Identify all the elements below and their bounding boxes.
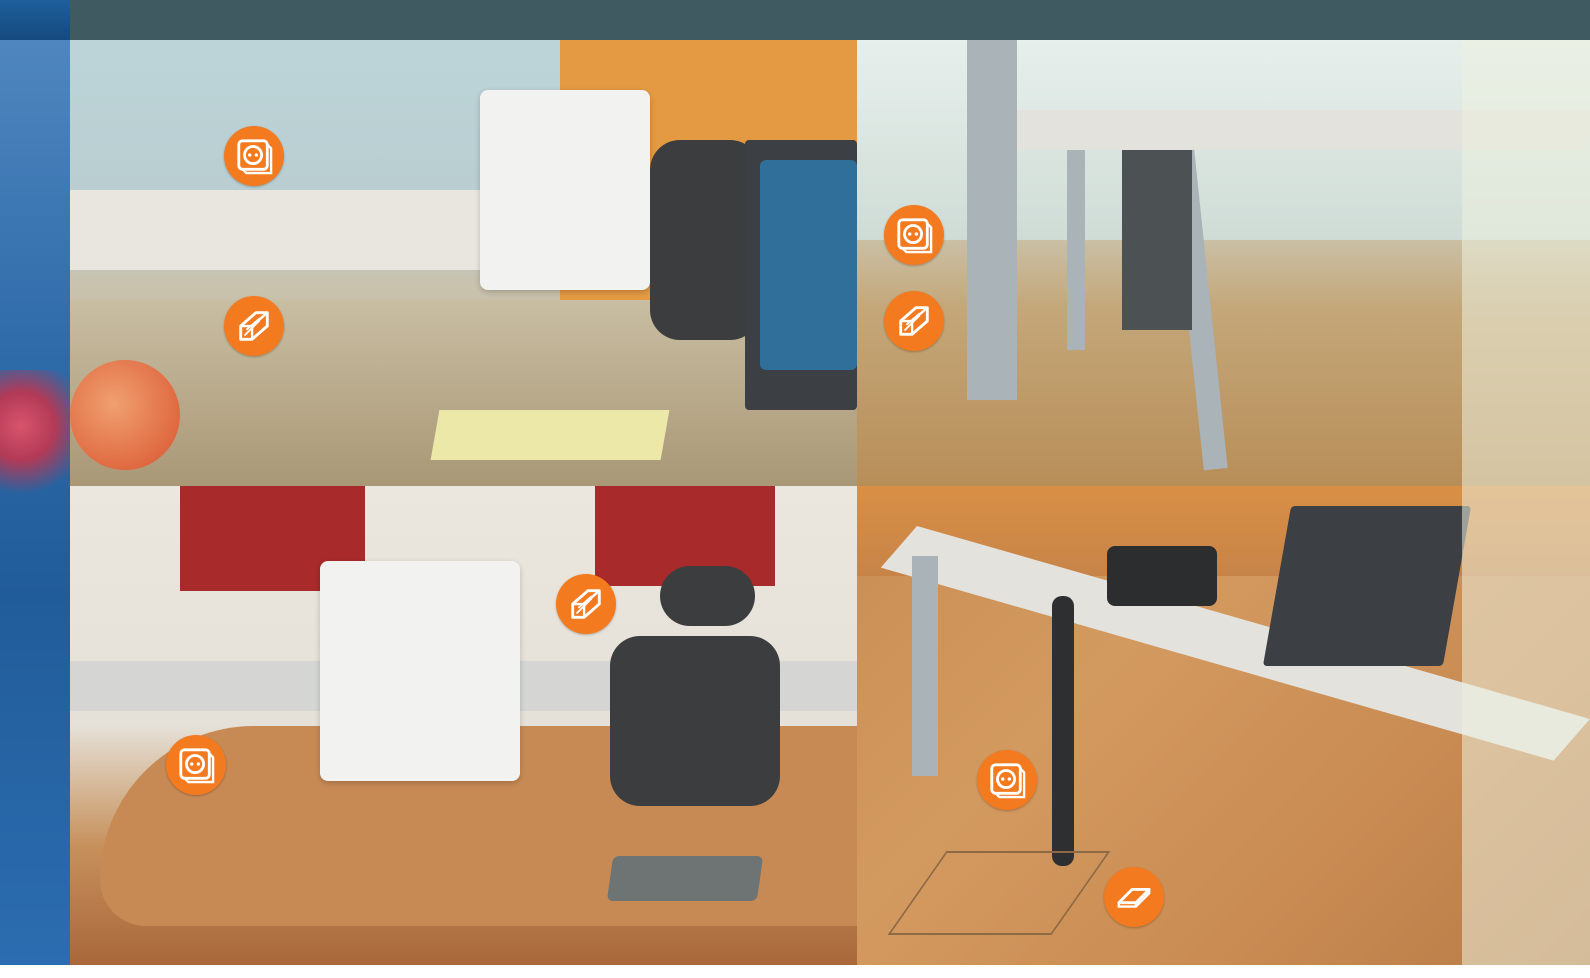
floor-box-lid bbox=[887, 851, 1111, 935]
header-bar bbox=[0, 0, 1590, 40]
header-accent bbox=[0, 0, 70, 40]
cable-duct-icon bbox=[224, 296, 284, 356]
power-socket-icon bbox=[884, 205, 944, 265]
bottom-band bbox=[0, 965, 1590, 978]
monitor bbox=[480, 90, 650, 290]
pc-tower bbox=[1122, 150, 1192, 330]
floor-duct-icon bbox=[1104, 867, 1164, 927]
table-leg bbox=[912, 556, 938, 776]
sticky-notes bbox=[430, 410, 670, 460]
cable-duct-icon bbox=[556, 574, 616, 634]
power-socket-icon bbox=[166, 735, 226, 795]
cable-duct-icon bbox=[884, 291, 944, 351]
power-socket-icon bbox=[224, 126, 284, 186]
laptop bbox=[1262, 506, 1472, 666]
office-chair bbox=[650, 140, 760, 340]
power-socket-icon bbox=[977, 750, 1037, 810]
wall-trunking bbox=[70, 190, 490, 270]
right-fade-overlay bbox=[1462, 40, 1590, 965]
table-leg bbox=[1067, 150, 1085, 350]
chair-headrest bbox=[660, 566, 755, 626]
photo-office-desk-art bbox=[70, 486, 857, 965]
fruit-decoration bbox=[0, 370, 70, 510]
photo-office-desk-window bbox=[70, 40, 857, 486]
service-column bbox=[967, 40, 1017, 400]
office-chair bbox=[610, 636, 780, 806]
apple bbox=[70, 360, 180, 470]
cable-spine bbox=[1052, 596, 1074, 866]
left-strip bbox=[0, 40, 70, 965]
laptop-screen bbox=[760, 160, 857, 370]
cable-box bbox=[1107, 546, 1217, 606]
desk-box bbox=[606, 856, 764, 901]
monitor bbox=[320, 561, 520, 781]
